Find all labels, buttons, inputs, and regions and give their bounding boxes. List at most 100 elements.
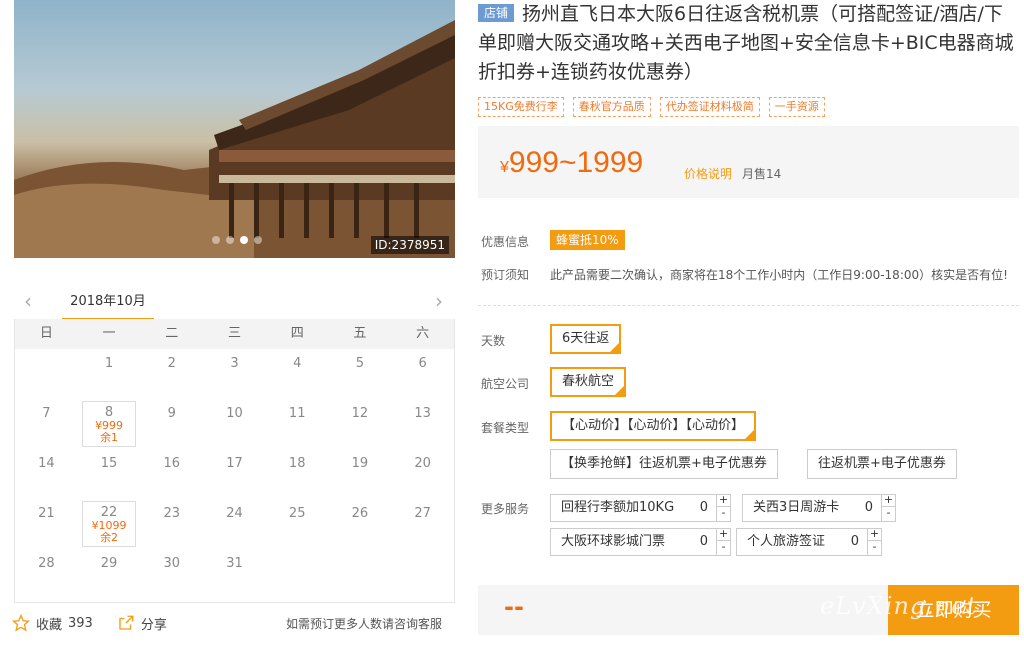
calendar-day-available[interactable]: 22 ¥1099 余2: [81, 501, 137, 547]
share-label: 分享: [140, 617, 167, 633]
next-month-icon[interactable]: ›: [429, 291, 449, 313]
calendar-day-available[interactable]: 8 ¥999 余1: [81, 401, 137, 447]
calendar-day: 26: [329, 499, 392, 549]
calendar-day: 18: [266, 449, 329, 499]
gallery-dot[interactable]: [254, 236, 262, 244]
calendar-month[interactable]: 2018年10月: [62, 289, 154, 321]
calendar-day: 24: [203, 499, 266, 549]
calendar-day: [15, 349, 78, 399]
favorite-label: 收藏: [36, 617, 63, 633]
calendar-day: 16: [140, 449, 203, 499]
calendar-day: 12: [329, 399, 392, 449]
minus-icon[interactable]: -: [717, 541, 730, 554]
notice-text: 此产品需要二次确认，商家将在18个工作小时内（工作日9:00-18:00）核实是…: [550, 268, 1008, 282]
package-option-1[interactable]: 【心动价】【心动价】【心动价】: [550, 411, 757, 441]
airline-label: 航空公司: [481, 377, 530, 391]
calendar-day: 3: [203, 349, 266, 399]
service-stepper[interactable]: 个人旅游签证 0 + -: [736, 528, 882, 556]
service-name: 个人旅游签证: [747, 534, 826, 549]
day-stock: 余1: [100, 431, 119, 444]
photo-id: ID:2378951: [370, 236, 449, 254]
product-photo[interactable]: ID:2378951: [14, 0, 455, 258]
package-label: 套餐类型: [481, 421, 530, 435]
stepper-controls: + -: [716, 494, 730, 522]
service-stepper[interactable]: 回程行李额加10KG 0 + -: [550, 494, 731, 522]
service-stepper[interactable]: 大阪环球影城门票 0 + -: [550, 528, 731, 556]
day-number: 26: [351, 506, 369, 521]
product-title: 扬州直飞日本大阪6日往返含税机票（可搭配签证/酒店/下单即赠大阪交通攻略+关西电…: [478, 3, 1014, 83]
day-number: 8: [104, 405, 114, 420]
day-number: 12: [351, 406, 369, 421]
calendar-weekdays: 日一二三四五六: [15, 319, 454, 349]
calendar-day: [329, 549, 392, 599]
promo-badge: 蜂蜜抵10%: [550, 230, 625, 250]
calendar-day: 7: [15, 399, 78, 449]
gallery-dots[interactable]: [212, 236, 262, 244]
calendar-day: 15: [78, 449, 141, 499]
day-number: 11: [288, 406, 306, 421]
minus-icon[interactable]: -: [882, 507, 895, 520]
minus-icon[interactable]: -: [868, 541, 881, 554]
calendar-days: 1 2 3 4 5 6 7 8 ¥999 余1 9 10 11 12 13 14 15 16 17 18 19 20 21 2…: [15, 349, 454, 599]
day-number: 24: [226, 506, 243, 521]
day-number: 28: [38, 556, 55, 571]
weekday-label: 二: [165, 326, 179, 341]
days-label: 天数: [481, 334, 506, 348]
prev-month-icon[interactable]: ‹: [18, 291, 38, 313]
divider: [478, 305, 1019, 306]
product-tag: 15KG免费行李: [478, 97, 564, 117]
service-name: 大阪环球影城门票: [561, 534, 666, 549]
action-bar: 收藏 393 分享: [12, 612, 167, 634]
calendar-day: 29: [78, 549, 141, 599]
share-button[interactable]: 分享: [117, 614, 167, 633]
airline-option[interactable]: 春秋航空: [550, 367, 627, 397]
day-number: 4: [293, 356, 302, 371]
calendar-day: 9: [140, 399, 203, 449]
calendar-day: 13: [391, 399, 454, 449]
day-number: 10: [226, 406, 243, 421]
service-qty[interactable]: 0: [692, 529, 708, 555]
minus-icon[interactable]: -: [717, 507, 730, 520]
gallery-dot-active[interactable]: [240, 236, 248, 244]
day-stock: 余2: [100, 531, 119, 544]
weekday-label: 一: [102, 326, 116, 341]
page: ID:2378951 ‹ 2018年10月 › 日一二三四五六 12345678…: [0, 0, 1024, 647]
product-tag: 春秋官方品质: [572, 97, 651, 117]
calendar-day: 25: [266, 499, 329, 549]
temple-illustration: [14, 20, 455, 258]
calendar: 日一二三四五六 1 2 3 4 5 6 7 8 ¥999 余1 9 10 11 12 13 14 15 16 17 1…: [14, 319, 455, 603]
calendar-day: 20: [391, 449, 454, 499]
day-number: 2: [167, 356, 176, 371]
day-number: 17: [226, 456, 243, 471]
favorite-button[interactable]: 收藏 393: [12, 614, 93, 633]
calendar-day: 23: [140, 499, 203, 549]
calendar-day: 2: [140, 349, 203, 399]
price-note-link[interactable]: 价格说明: [684, 165, 732, 182]
product-tag: 一手资源: [768, 97, 825, 117]
service-qty[interactable]: 0: [857, 495, 873, 521]
calendar-day: 27: [391, 499, 454, 549]
day-number: 22: [100, 505, 118, 520]
calendar-day: 31: [203, 549, 266, 599]
product-title-block: 店铺 扬州直飞日本大阪6日往返含税机票（可搭配签证/酒店/下单即赠大阪交通攻略+关…: [478, 0, 1018, 87]
gallery-dot[interactable]: [212, 236, 220, 244]
shop-badge[interactable]: 店铺: [478, 4, 515, 22]
product-tag: 代办签证材料极简: [659, 97, 760, 117]
service-stepper[interactable]: 关西3日周游卡 0 + -: [742, 494, 896, 522]
gallery-dot[interactable]: [226, 236, 234, 244]
day-number: 5: [355, 356, 365, 371]
calendar-day: 4: [266, 349, 329, 399]
calendar-header: ‹ 2018年10月 ›: [14, 289, 455, 321]
stepper-controls: + -: [867, 528, 881, 556]
price-box: ¥999~1999 价格说明 月售14: [478, 126, 1019, 198]
calendar-day: 1: [78, 349, 141, 399]
service-qty[interactable]: 0: [692, 495, 708, 521]
stepper-controls: + -: [881, 494, 895, 522]
package-option-3[interactable]: 往返机票+电子优惠券: [807, 449, 957, 479]
day-number: 30: [163, 556, 181, 571]
service-qty[interactable]: 0: [843, 529, 859, 555]
days-option[interactable]: 6天往返: [550, 324, 622, 354]
package-option-2[interactable]: 【换季抢鲜】往返机票+电子优惠券: [550, 449, 778, 479]
service-name: 关西3日周游卡: [753, 500, 840, 515]
day-number: 23: [163, 506, 181, 521]
